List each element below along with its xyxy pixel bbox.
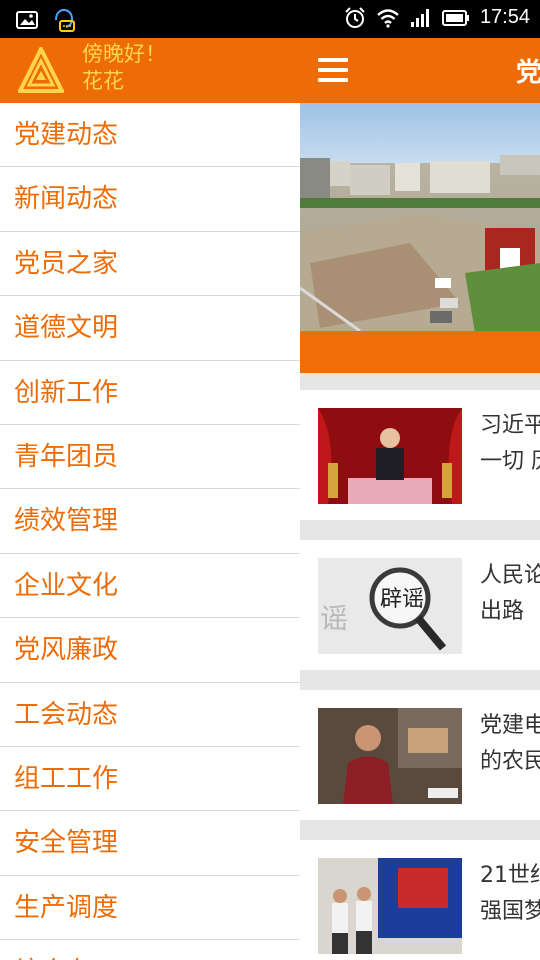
- greeting-text: 傍晚好！ 花花: [82, 41, 166, 95]
- navigation-drawer: 傍晚好！ 花花 党建动态 新闻动态 党员之家 道德文明 创新工作 青年团员 绩效…: [0, 38, 300, 960]
- image-icon: [16, 11, 38, 29]
- news-item[interactable]: 21世纪 强国梦: [300, 840, 540, 960]
- news-item[interactable]: 党建电 的农民: [300, 690, 540, 820]
- menu-item-shengchan-diaodu[interactable]: 生产调度: [0, 876, 300, 941]
- content-app-bar: 党: [300, 38, 540, 103]
- triangle-logo-icon: [18, 47, 64, 93]
- menu-item-gonghui-dongtai[interactable]: 工会动态: [0, 683, 300, 747]
- menu-item-qingnian-tuanyuan[interactable]: 青年团员: [0, 425, 300, 490]
- drawer-menu: 党建动态 新闻动态 党员之家 道德文明 创新工作 青年团员 绩效管理 企业文化 …: [0, 103, 300, 960]
- svg-text:谣: 谣: [320, 602, 348, 635]
- chat-bubble-icon: [55, 8, 75, 32]
- news-title: 党建电 的农民: [480, 713, 540, 774]
- menu-item-zugong-gongzuo[interactable]: 组工工作: [0, 747, 300, 812]
- clock-time: 17:54: [479, 6, 530, 28]
- wifi-icon: [377, 8, 399, 28]
- news-thumbnail: 谣 辟谣: [318, 558, 462, 654]
- banner-image[interactable]: [300, 103, 540, 373]
- alarm-icon: [345, 6, 365, 28]
- user-name: 花花: [82, 69, 124, 93]
- menu-item-chuangxin-gongzuo[interactable]: 创新工作: [0, 361, 300, 425]
- news-title: 习近平 一切 历: [480, 413, 540, 474]
- battery-icon: [441, 9, 469, 26]
- news-thumbnail: [318, 858, 462, 954]
- drawer-header: 傍晚好！ 花花: [0, 38, 300, 103]
- menu-item-dangfeng-lianzheng[interactable]: 党风廉政: [0, 618, 300, 683]
- svg-text:辟谣: 辟谣: [380, 587, 424, 612]
- main-content: 党 习近平 一切 谣 辟谣 人民论 出路 党建电 的农民 21世 强国梦: [300, 38, 540, 960]
- news-title: 21世纪 强国梦: [480, 863, 540, 924]
- news-title: 人民论 出路: [480, 563, 540, 624]
- menu-item-dangyuan-zhijia[interactable]: 党员之家: [0, 232, 300, 297]
- greeting-line: 傍晚好！: [82, 42, 166, 66]
- news-thumbnail: [318, 408, 462, 504]
- signal-icon: [410, 8, 429, 27]
- content-title: 党: [516, 58, 540, 88]
- menu-item-anquan-guanli[interactable]: 安全管理: [0, 811, 300, 876]
- menu-item-qiye-wenhua[interactable]: 企业文化: [0, 554, 300, 619]
- menu-item-zonghe-ban[interactable]: 综合办: [0, 940, 300, 960]
- menu-item-dangjian-dongtai[interactable]: 党建动态: [0, 103, 300, 168]
- news-thumbnail: [318, 708, 462, 804]
- menu-item-jixiao-guanli[interactable]: 绩效管理: [0, 489, 300, 554]
- menu-item-daode-wenming[interactable]: 道德文明: [0, 296, 300, 361]
- banner-caption-strip: [300, 331, 540, 373]
- hamburger-menu-icon[interactable]: [318, 58, 348, 82]
- menu-item-xinwen-dongtai[interactable]: 新闻动态: [0, 167, 300, 232]
- status-bar: 17:54: [0, 0, 540, 38]
- news-item[interactable]: 谣 辟谣 人民论 出路: [300, 540, 540, 670]
- news-item[interactable]: 习近平 一切 历: [300, 390, 540, 520]
